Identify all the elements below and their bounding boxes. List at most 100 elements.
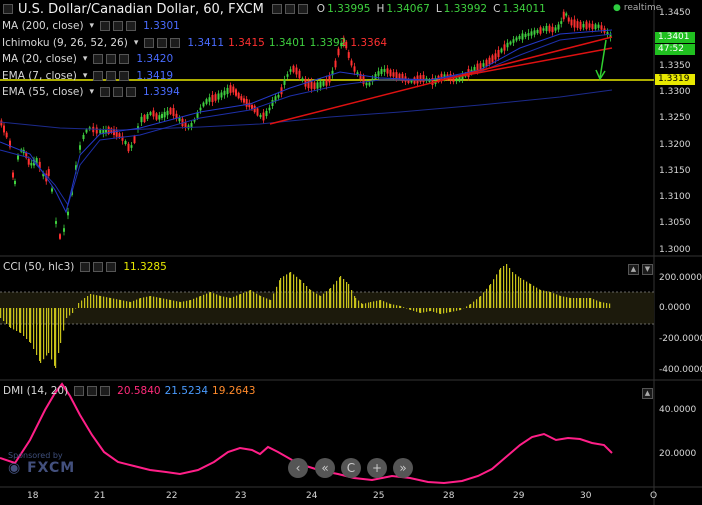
candle-body [286,74,289,77]
indicator-close-button[interactable] [119,70,130,81]
candle-body [5,132,8,138]
cci-bar [303,283,305,308]
indicator-close-button[interactable] [126,21,137,31]
cci-bar [226,297,228,308]
indicator-settings-button[interactable] [106,54,117,64]
sponsor-logo[interactable]: Sponsored by ◉ FXCM [8,451,75,476]
dmi-pane-up-button[interactable]: ▲ [642,388,653,399]
candle-body [59,234,61,239]
cci-bar [490,284,492,308]
cci-bar [36,308,38,355]
cci-bar [190,300,192,308]
cci-bar [476,299,478,308]
indicator-value: 1.3401 [268,36,306,49]
cci-bar [266,298,268,308]
cci-bar [355,298,357,308]
candle-body [316,82,319,89]
cci-eye-button[interactable] [80,262,91,272]
cci-bar [396,305,398,308]
cci-bar [486,288,488,308]
indicator-close-button[interactable] [119,54,130,64]
cci-bar [365,303,367,308]
cci-settings-button[interactable] [93,262,104,272]
dropdown-arrow-icon[interactable]: ▾ [83,54,88,64]
cci-bar [58,308,60,353]
dmi-settings-button[interactable] [87,386,98,396]
dmi-close-button[interactable] [100,386,111,396]
cci-bar [96,295,98,308]
indicator-close-button[interactable] [126,87,137,97]
cci-bar [100,296,102,308]
scroll-back-button[interactable]: « [315,458,335,478]
scroll-left-button[interactable]: ‹ [288,458,308,478]
cci-bar [286,274,288,308]
header-close-button[interactable] [297,4,308,14]
cci-axis-label: 200.0000 [659,273,702,283]
cci-bar [416,308,418,312]
candle-body [178,117,181,122]
cci-bar [240,294,242,308]
candle-body [47,169,50,176]
indicator-settings-button[interactable] [113,21,124,31]
candle-body [368,82,371,86]
time-axis-label: 25 [373,491,385,501]
dropdown-arrow-icon[interactable]: ▾ [90,87,95,97]
cci-bar [413,308,415,311]
cci-bar [183,301,185,308]
symbol-settings-button[interactable] [3,4,13,14]
price-axis-label: 1.3200 [659,139,691,150]
candle-body [262,112,265,121]
cci-bar [84,298,86,308]
price-axis-label: 1.3250 [659,113,691,124]
low-value: 1.33992 [443,3,488,15]
cci-close-button[interactable] [106,262,117,272]
candle-body [259,114,262,118]
cci-bar [556,294,558,308]
cci-axis-label: -400.0000 [659,365,702,375]
candle-body [380,69,383,74]
indicator-value: 1.3420 [136,53,174,65]
dropdown-arrow-icon[interactable]: ▾ [90,21,95,31]
dmi-eye-button[interactable] [74,386,85,396]
cci-bar [310,290,312,308]
candle-body [163,111,166,118]
close-value: 1.34011 [502,3,546,15]
indicator-eye-button[interactable] [100,87,111,97]
cci-bar [313,291,315,308]
candle-body [353,66,356,72]
dropdown-arrow-icon[interactable]: ▾ [134,38,139,48]
indicator-close-button[interactable] [170,37,181,48]
cci-bar [130,302,132,308]
candle-body [562,11,565,20]
candle-body [485,59,488,67]
cci-bar [380,300,382,308]
indicator-eye-button[interactable] [93,54,104,64]
cci-pane-down-button[interactable]: ▼ [642,264,653,275]
cci-bar [515,274,517,308]
price-axis-label: 1.3300 [659,86,691,97]
indicator-settings-button[interactable] [157,37,168,48]
dropdown-arrow-icon[interactable]: ▾ [83,71,88,81]
cci-pane-up-button[interactable]: ▲ [628,264,639,275]
reset-chart-button[interactable]: C [341,458,361,478]
indicator-value: 1.3392 [309,36,347,49]
indicator-settings-button[interactable] [113,87,124,97]
indicator-eye-button[interactable] [144,37,155,48]
indicator-settings-button[interactable] [106,70,117,81]
indicator-eye-button[interactable] [100,21,111,31]
header-settings-button[interactable] [284,4,295,14]
zoom-in-button[interactable]: + [367,458,387,478]
cci-bar [436,308,438,313]
cci-bar [523,279,525,308]
candle-body [211,94,214,103]
indicator-eye-button[interactable] [93,70,104,81]
cci-bar [93,294,95,308]
header-eye-button[interactable] [271,4,282,14]
sponsor-brand: FXCM [27,460,76,476]
cci-bar [75,308,77,309]
scroll-forward-button[interactable]: » [393,458,413,478]
cci-bar [576,298,578,308]
cci-bar [81,300,83,308]
cci-bar [466,306,468,308]
cci-bar [146,296,148,308]
